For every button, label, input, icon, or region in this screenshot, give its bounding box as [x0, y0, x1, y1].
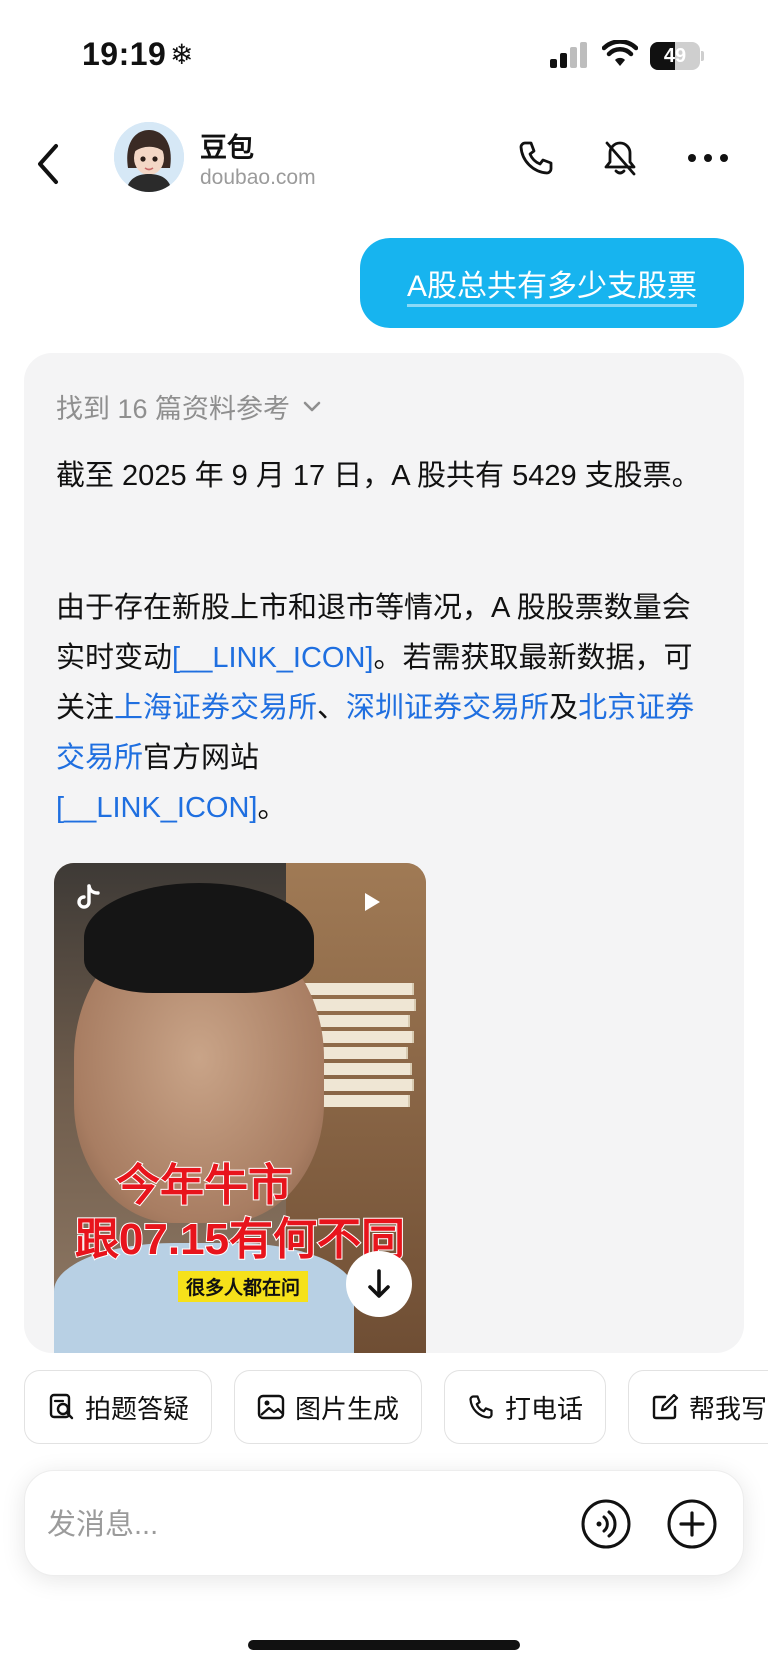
mute-icon: [604, 141, 636, 176]
cellular-signal-icon: [550, 42, 587, 68]
message-input-bar: [24, 1470, 744, 1576]
chip-label: 帮我写: [689, 1393, 768, 1424]
answer-paragraph-1: 截至 2025 年 9 月 17 日，A 股共有 5429 支股票。: [56, 460, 701, 492]
wifi-icon: [602, 40, 638, 66]
chip-label: 打电话: [505, 1393, 584, 1424]
szse-link[interactable]: 深圳证券交易所: [346, 692, 549, 724]
video-thumbnail[interactable]: 今年牛市 跟07.15有何不同 很多人都在问: [54, 863, 426, 1353]
chat-header: 豆包 doubao.com: [0, 110, 768, 210]
bot-name: 豆包: [200, 133, 254, 163]
download-arrow-icon: [368, 1269, 390, 1298]
back-icon: [38, 144, 58, 184]
user-message-bubble[interactable]: A股总共有多少支股票: [360, 238, 744, 328]
download-button[interactable]: [346, 1251, 412, 1317]
answer-text: 官方网站: [143, 742, 260, 774]
answer-text: 及: [549, 692, 579, 724]
bot-avatar[interactable]: [114, 122, 184, 192]
call-button[interactable]: [512, 134, 560, 182]
plus-icon: [667, 1499, 717, 1549]
chip-photo-question[interactable]: 拍题答疑: [24, 1370, 213, 1444]
message-input[interactable]: [47, 1497, 567, 1553]
chip-label: 图片生成: [295, 1393, 400, 1424]
tiktok-logo-icon: [77, 884, 100, 909]
video-caption-tag: 很多人都在问: [178, 1271, 309, 1302]
chevron-down-icon: [303, 401, 321, 411]
more-button[interactable]: [684, 134, 732, 182]
chip-write[interactable]: 帮我写: [628, 1370, 768, 1444]
avatar-illustration: [114, 122, 184, 192]
source-link-2[interactable]: [__LINK_ICON]: [56, 792, 257, 824]
references-label: 找到 16 篇资料参考: [56, 394, 291, 424]
chip-label: 拍题答疑: [85, 1393, 190, 1424]
answer-card: 找到 16 篇资料参考 截至 2025 年 9 月 17 日，A 股共有 542…: [24, 353, 744, 1353]
chip-image-gen[interactable]: 图片生成: [234, 1370, 423, 1444]
weather-icon: ❄: [170, 39, 194, 70]
separator: 、: [317, 692, 347, 724]
answer-paragraph-2: 由于存在新股上市和退市等情况，A 股股票数量会实时变动[__LINK_ICON]…: [56, 583, 716, 833]
bot-domain: doubao.com: [200, 166, 316, 189]
voice-icon: [581, 1499, 631, 1549]
chip-call[interactable]: 打电话: [444, 1370, 607, 1444]
mute-button[interactable]: [596, 134, 644, 182]
more-icon: [688, 154, 728, 162]
home-indicator[interactable]: [248, 1640, 520, 1650]
voice-button[interactable]: [579, 1497, 633, 1551]
phone-icon: [467, 1393, 495, 1421]
back-button[interactable]: [26, 128, 70, 192]
image-icon: [257, 1393, 285, 1421]
status-bar: 19:19 ❄ 49: [0, 0, 768, 110]
photo-question-icon: [47, 1393, 75, 1421]
battery-level: 49: [663, 45, 687, 67]
video-person-hair: [84, 883, 314, 993]
sse-link[interactable]: 上海证券交易所: [114, 692, 317, 724]
references-toggle[interactable]: 找到 16 篇资料参考: [56, 387, 322, 426]
play-icon: [365, 893, 380, 911]
edit-icon: [651, 1393, 679, 1421]
answer-text: 。: [257, 792, 287, 824]
source-link-1[interactable]: [__LINK_ICON]: [172, 642, 373, 674]
user-message-text: A股总共有多少支股票: [406, 270, 697, 303]
add-button[interactable]: [665, 1497, 719, 1551]
status-time: 19:19: [82, 36, 167, 72]
battery-icon: 49: [650, 42, 704, 70]
phone-icon: [519, 141, 553, 175]
quick-actions-bar: 拍题答疑 图片生成 打电话 帮我写: [0, 1370, 768, 1446]
